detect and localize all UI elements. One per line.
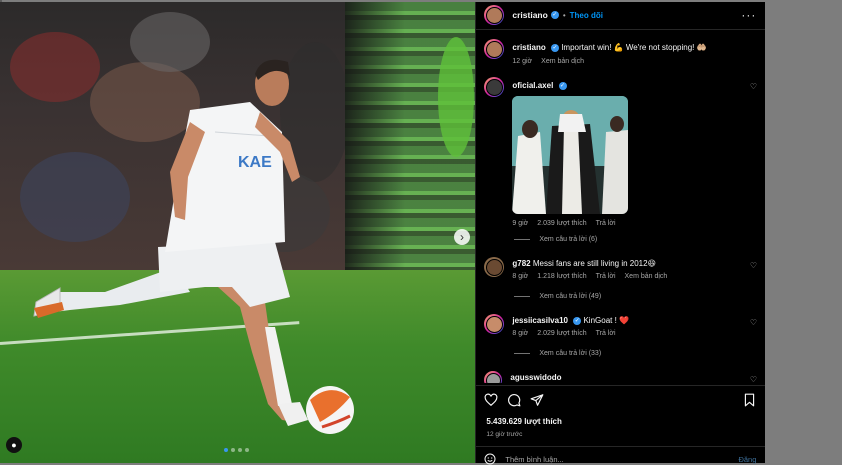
add-comment-input[interactable]: Thêm bình luận... — [505, 455, 563, 464]
carousel-indicator — [224, 448, 249, 452]
comment-username[interactable]: agusswidodo — [510, 373, 561, 382]
follow-button[interactable]: Theo dõi — [570, 11, 603, 20]
player-figure: KAE — [33, 59, 354, 434]
comment-likes[interactable]: 1.218 lượt thích — [537, 273, 586, 280]
comment-likes[interactable]: 2.029 lượt thích — [537, 330, 586, 337]
view-replies-button[interactable]: Xem câu trả lời (33) — [514, 350, 601, 357]
like-comment-heart-icon[interactable]: ♡ — [750, 261, 757, 270]
like-comment-heart-icon[interactable]: ♡ — [750, 82, 757, 91]
caption: cristiano ✓ Important win! 💪 We're not s… — [484, 39, 756, 65]
comment-time: 9 giờ — [512, 220, 529, 227]
carousel-dot — [238, 448, 242, 452]
like-heart-icon[interactable] — [484, 393, 498, 407]
post-side-panel: cristiano ✓ • Theo dõi ··· cristiano ✓ I… — [475, 2, 766, 465]
verified-badge-icon: ✓ — [573, 316, 582, 325]
comment-gif[interactable] — [512, 96, 629, 214]
comment-likes[interactable]: 2.039 lượt thích — [537, 220, 586, 227]
comment-item: oficial.axel ✓ 9 giờ 2.039 lượt thích Tr… — [484, 77, 756, 227]
comment-avatar[interactable] — [484, 314, 505, 334]
comment-avatar[interactable] — [484, 257, 505, 277]
comment-username[interactable]: jessiicasilva10 — [512, 316, 568, 325]
verified-badge-icon: ✓ — [550, 11, 559, 19]
comment-text: Messi fans are still living in 2012😆 — [532, 259, 656, 268]
post-media[interactable]: KAE › ● — [0, 2, 476, 463]
header-divider — [476, 29, 766, 30]
more-horizontal-icon[interactable]: ··· — [741, 8, 756, 22]
comment-item: jessiicasilva10 ✓ KinGoat ! ❤️ 8 giờ 2.0… — [484, 314, 756, 337]
tagged-user-icon[interactable]: ● — [6, 437, 22, 453]
translate-link[interactable]: Xem bản dịch — [625, 273, 668, 280]
comment-username[interactable]: g782 — [512, 259, 530, 268]
post-dialog: KAE › ● cristiano ✓ • Theo dõi ··· crist… — [0, 2, 766, 465]
author-username[interactable]: cristiano — [512, 10, 547, 20]
reply-button[interactable]: Trả lời — [596, 220, 616, 227]
share-paper-plane-icon[interactable] — [530, 393, 544, 407]
bookmark-icon[interactable] — [743, 393, 756, 407]
view-replies-button[interactable]: Xem câu trả lời (6) — [514, 236, 597, 243]
comment-bubble-icon[interactable] — [507, 393, 521, 407]
reply-button[interactable]: Trả lời — [596, 330, 616, 337]
carousel-dot — [231, 448, 235, 452]
add-comment-bar: Thêm bình luận... Đăng — [484, 453, 756, 465]
comment-box-divider — [476, 446, 766, 447]
caption-text: Important win! 💪 We're not stopping! 🤲🏼 — [561, 43, 707, 52]
photo-scene: KAE — [0, 2, 476, 463]
carousel-dot — [245, 448, 249, 452]
caption-time: 12 giờ — [512, 58, 533, 65]
caption-avatar[interactable] — [484, 39, 505, 59]
svg-text:KAE: KAE — [238, 154, 272, 171]
comment-avatar[interactable] — [484, 77, 505, 97]
backdrop-right[interactable] — [765, 0, 842, 463]
comment-avatar[interactable] — [484, 371, 503, 383]
separator-dot: • — [562, 10, 566, 20]
author-avatar[interactable] — [484, 5, 505, 25]
reply-button[interactable]: Trả lời — [596, 273, 616, 280]
next-image-button[interactable]: › — [454, 229, 470, 245]
comment-item: g782 Messi fans are still living in 2012… — [484, 257, 756, 280]
verified-badge-icon: ✓ — [558, 81, 567, 90]
comment-text: KinGoat ! ❤️ — [583, 316, 629, 325]
post-comment-button[interactable]: Đăng — [738, 455, 756, 464]
carousel-dot-active — [224, 448, 228, 452]
comment-time: 8 giờ — [512, 273, 529, 280]
post-actions — [484, 392, 756, 408]
comment-username[interactable]: oficial.axel — [512, 81, 553, 90]
actions-divider — [476, 385, 766, 386]
emoji-icon[interactable] — [484, 453, 496, 465]
like-comment-heart-icon[interactable]: ♡ — [750, 318, 757, 327]
view-replies-button[interactable]: Xem câu trả lời (49) — [514, 293, 601, 300]
likes-count[interactable]: 5.439.629 lượt thích — [486, 417, 562, 426]
translate-link[interactable]: Xem bản dịch — [541, 58, 584, 65]
gif-image — [512, 96, 629, 214]
comment-item: agusswidodo — [484, 371, 756, 383]
post-time: 12 giờ trước — [486, 431, 523, 438]
like-comment-heart-icon[interactable]: ♡ — [750, 375, 757, 384]
post-header: cristiano ✓ • Theo dõi ··· — [484, 4, 756, 26]
verified-badge-icon: ✓ — [550, 43, 559, 52]
caption-username[interactable]: cristiano — [512, 43, 545, 52]
comment-time: 8 giờ — [512, 330, 529, 337]
